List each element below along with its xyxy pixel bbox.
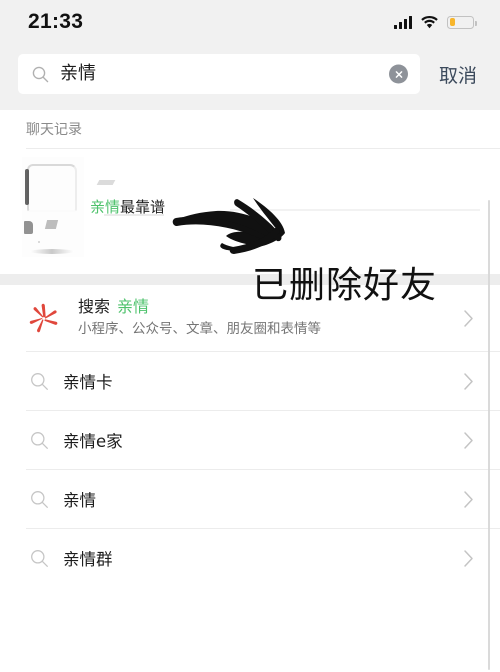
highlighted-keyword: 亲情: [90, 198, 121, 216]
chat-record-result-row[interactable]: 亲情最靠谱: [0, 149, 500, 274]
suggestion-row[interactable]: 亲情: [0, 470, 500, 528]
thumbnail-artifact: [230, 209, 480, 211]
wechat-search-starburst-icon: [24, 298, 64, 338]
suggestion-label: 亲情: [63, 491, 96, 510]
battery-low-icon: [447, 15, 477, 29]
section-gap: [0, 274, 500, 285]
status-bar: 21:33: [0, 0, 500, 44]
search-results-list[interactable]: 聊天记录 亲情最靠谱 搜索 亲情 小程序、公众号、文章、朋友圈和表情等 亲情卡 …: [0, 110, 500, 670]
suggestion-label: 亲情卡: [63, 373, 113, 392]
wechat-search-texts: 搜索 亲情 小程序、公众号、文章、朋友圈和表情等: [78, 297, 463, 339]
cancel-button[interactable]: 取消: [420, 61, 492, 88]
search-bar: 亲情 取消: [0, 52, 500, 96]
suggestion-label: 亲情群: [63, 550, 113, 569]
chat-record-title-rest: 最靠谱: [120, 198, 166, 216]
wechat-search-label: 搜索: [78, 297, 111, 316]
suggestion-label: 亲情e家: [63, 432, 123, 451]
chat-thumbnail-image: [22, 157, 84, 257]
chevron-right-icon: [463, 431, 474, 450]
thumbnail-artifact: [96, 180, 116, 185]
wechat-search-keyword: 亲情: [117, 297, 150, 316]
status-indicators: [394, 15, 477, 29]
chevron-right-icon: [463, 549, 474, 568]
wechat-search-subtitle: 小程序、公众号、文章、朋友圈和表情等: [78, 321, 321, 337]
search-icon: [30, 431, 49, 450]
wifi-icon: [420, 15, 439, 29]
search-input-value: 亲情: [60, 63, 96, 84]
scrollbar[interactable]: [487, 200, 490, 670]
search-input[interactable]: 亲情: [18, 54, 420, 94]
wechat-search-entry-row[interactable]: 搜索 亲情 小程序、公众号、文章、朋友圈和表情等: [0, 285, 500, 351]
status-time: 21:33: [28, 10, 84, 33]
suggestion-row[interactable]: 亲情e家: [0, 411, 500, 469]
chat-record-title: 亲情最靠谱: [90, 196, 165, 217]
suggestion-row[interactable]: 亲情卡: [0, 352, 500, 410]
wechat-search-title: 搜索 亲情: [78, 297, 463, 317]
clear-icon[interactable]: [389, 64, 408, 84]
search-icon: [30, 372, 49, 391]
section-header-chat-records: 聊天记录: [26, 122, 82, 138]
top-bar-area: 21:33 亲情 取消: [0, 0, 500, 110]
search-icon: [32, 66, 49, 83]
cellular-signal-icon: [394, 15, 412, 29]
chevron-right-icon: [463, 490, 474, 509]
search-icon: [30, 490, 49, 509]
chevron-right-icon: [463, 372, 474, 391]
search-icon: [30, 549, 49, 568]
suggestion-row[interactable]: 亲情群: [0, 529, 500, 587]
chevron-right-icon: [463, 309, 474, 328]
